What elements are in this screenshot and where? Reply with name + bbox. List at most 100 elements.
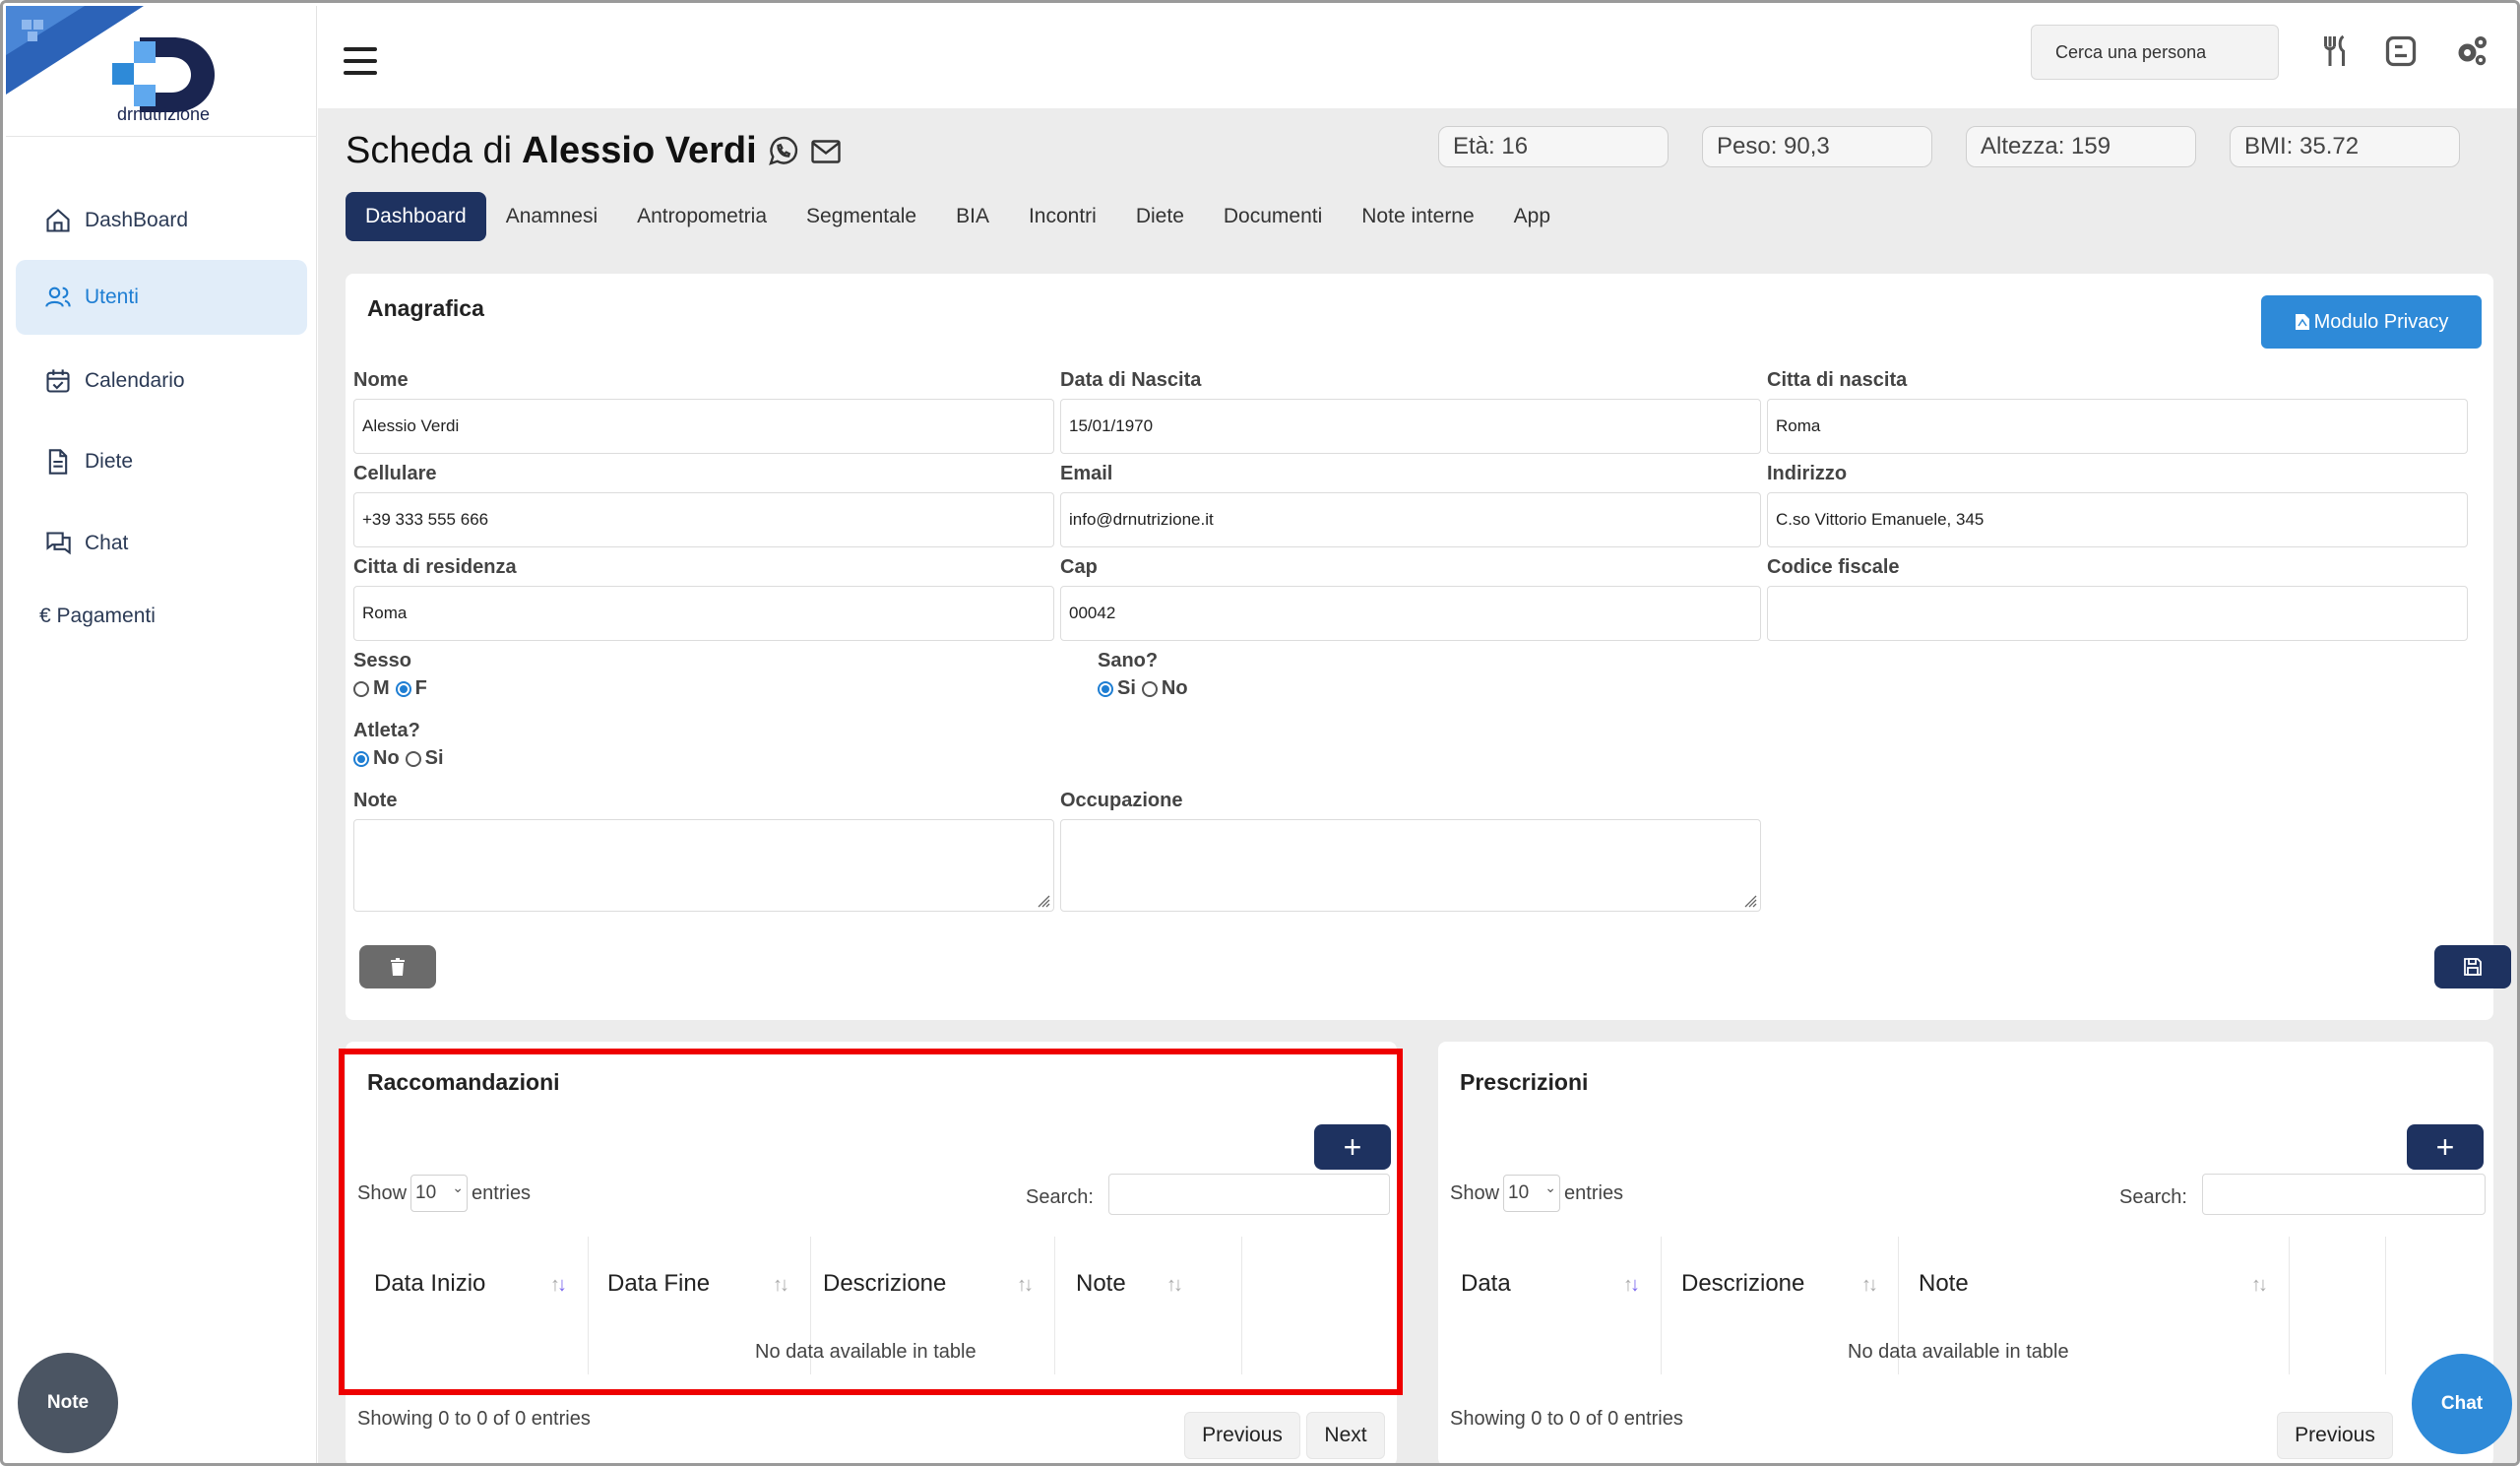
column-header-descrizione[interactable]: Descrizione	[1681, 1270, 1804, 1298]
sort-icon[interactable]: ↑↓	[1861, 1274, 1878, 1297]
hamburger-menu-icon[interactable]	[344, 47, 377, 77]
resize-grip-icon[interactable]	[1741, 892, 1757, 908]
sesso-f-radio[interactable]	[395, 680, 411, 697]
card-title: Prescrizioni	[1460, 1069, 1589, 1095]
chat-icon	[43, 529, 73, 558]
data-nascita-field[interactable]: 15/01/1970	[1060, 399, 1761, 454]
sano-si-radio[interactable]	[1098, 680, 1113, 697]
app-window: drnutrizione DashBoard Utenti Calendario…	[0, 0, 2520, 1466]
citta-nascita-field[interactable]: Roma	[1767, 399, 2468, 454]
indirizzo-field[interactable]: C.so Vittorio Emanuele, 345	[1767, 492, 2468, 547]
resize-grip-icon[interactable]	[1035, 892, 1050, 908]
weight-stat: Peso: 90,3	[1702, 126, 1932, 167]
title-prefix: Scheda di	[346, 130, 513, 171]
atleta-no-radio[interactable]	[353, 750, 369, 767]
entries-length: Show 10 entries	[1450, 1175, 1623, 1212]
sidebar-item-label: Utenti	[85, 286, 139, 308]
cellulare-label: Cellulare	[353, 463, 437, 484]
add-prescrizione-button[interactable]: +	[2407, 1124, 2484, 1170]
document-icon	[43, 447, 73, 477]
patient-tabs: Dashboard Anamnesi Antropometria Segment…	[346, 192, 1570, 241]
fork-knife-icon[interactable]	[2314, 30, 2358, 73]
table-search-input[interactable]	[2202, 1174, 2486, 1215]
sidebar-item-label: Diete	[85, 450, 134, 473]
sort-icon[interactable]: ↑↓	[2251, 1274, 2268, 1297]
tab-dashboard[interactable]: Dashboard	[346, 192, 486, 241]
sidebar-item-label: Calendario	[85, 369, 185, 392]
table-info: Showing 0 to 0 of 0 entries	[1450, 1408, 1683, 1430]
previous-page-button[interactable]: Previous	[1184, 1412, 1300, 1459]
column-header-note[interactable]: Note	[1919, 1270, 1969, 1298]
tab-anamnesi[interactable]: Anamnesi	[486, 192, 617, 241]
citta-residenza-field[interactable]: Roma	[353, 586, 1054, 641]
sano-no-radio[interactable]	[1141, 680, 1158, 697]
tab-note-interne[interactable]: Note interne	[1342, 192, 1493, 241]
data-nascita-label: Data di Nascita	[1060, 369, 1202, 391]
table-info: Showing 0 to 0 of 0 entries	[357, 1408, 591, 1430]
next-page-button[interactable]: Next	[1306, 1412, 1385, 1459]
sidebar-item-label: Chat	[85, 532, 129, 554]
tab-incontri[interactable]: Incontri	[1009, 192, 1116, 241]
card-title: Anagrafica	[367, 295, 484, 321]
sidebar-item-chat[interactable]: Chat	[16, 506, 307, 581]
nome-label: Nome	[353, 369, 409, 391]
tab-bia[interactable]: BIA	[936, 192, 1009, 241]
atleta-si-radio[interactable]	[405, 750, 421, 767]
citta-residenza-label: Citta di residenza	[353, 556, 517, 578]
tab-segmentale[interactable]: Segmentale	[787, 192, 936, 241]
privacy-module-button[interactable]: Modulo Privacy	[2261, 295, 2482, 349]
person-search-input[interactable]: Cerca una persona	[2031, 25, 2279, 80]
sesso-m-radio[interactable]	[353, 680, 369, 697]
sidebar-item-dashboard[interactable]: DashBoard	[16, 183, 307, 258]
sidebar-item-calendario[interactable]: Calendario	[16, 344, 307, 418]
sidebar-item-label: DashBoard	[85, 209, 189, 231]
tab-diete[interactable]: Diete	[1116, 192, 1204, 241]
tab-app[interactable]: App	[1494, 192, 1570, 241]
email-field[interactable]: info@drnutrizione.it	[1060, 492, 1761, 547]
mail-icon[interactable]	[808, 134, 844, 169]
citta-nascita-label: Citta di nascita	[1767, 369, 1908, 391]
occupazione-textarea[interactable]	[1060, 819, 1761, 912]
users-icon	[43, 283, 73, 312]
anagrafica-card: Anagrafica Modulo Privacy Nome Alessio V…	[346, 274, 2511, 1020]
nome-field[interactable]: Alessio Verdi	[353, 399, 1054, 454]
sidebar-item-utenti[interactable]: Utenti	[16, 260, 307, 335]
plus-icon: +	[2435, 1128, 2455, 1165]
sesso-label: Sesso	[353, 650, 411, 671]
blog-icon[interactable]	[2379, 30, 2423, 73]
top-bar: Cerca una persona	[318, 6, 2517, 108]
divider	[2385, 1237, 2386, 1374]
sidebar-item-pagamenti[interactable]: € Pagamenti	[16, 579, 307, 654]
brand-name: drnutrizione	[116, 104, 211, 124]
settings-icon[interactable]	[2450, 30, 2493, 73]
save-button[interactable]	[2434, 945, 2511, 988]
sano-label: Sano?	[1098, 650, 1159, 671]
delete-button[interactable]	[359, 945, 436, 988]
entries-select[interactable]: 10	[1503, 1175, 1561, 1212]
divider	[6, 136, 317, 137]
occupazione-label: Occupazione	[1060, 790, 1183, 811]
home-icon	[43, 206, 73, 235]
sidebar: drnutrizione DashBoard Utenti Calendario…	[6, 6, 317, 1463]
cap-field[interactable]: 00042	[1060, 586, 1761, 641]
previous-page-button[interactable]: Previous	[2277, 1412, 2393, 1459]
sidebar-item-diete[interactable]: Diete	[16, 424, 307, 499]
codice-fiscale-field[interactable]	[1767, 586, 2468, 641]
note-label: Note	[353, 790, 398, 811]
divider	[1661, 1237, 1662, 1374]
search-label: Search:	[2119, 1186, 2187, 1208]
whatsapp-icon[interactable]	[765, 134, 800, 169]
atleta-radio-group: No Si	[353, 747, 450, 770]
chat-button[interactable]: Chat	[2412, 1354, 2512, 1454]
cap-label: Cap	[1060, 556, 1098, 578]
prescrizioni-card: Prescrizioni + Show 10 entries Search: D…	[1438, 1042, 2493, 1463]
sort-asc-icon[interactable]: ↑↓	[1623, 1274, 1640, 1297]
calendar-icon	[43, 366, 73, 396]
cellulare-field[interactable]: +39 333 555 666	[353, 492, 1054, 547]
sesso-radio-group: M F	[353, 677, 433, 700]
note-button[interactable]: Note	[18, 1353, 118, 1453]
column-header-data[interactable]: Data	[1461, 1270, 1511, 1298]
tab-antropometria[interactable]: Antropometria	[617, 192, 787, 241]
tab-documenti[interactable]: Documenti	[1204, 192, 1342, 241]
note-textarea[interactable]	[353, 819, 1054, 912]
